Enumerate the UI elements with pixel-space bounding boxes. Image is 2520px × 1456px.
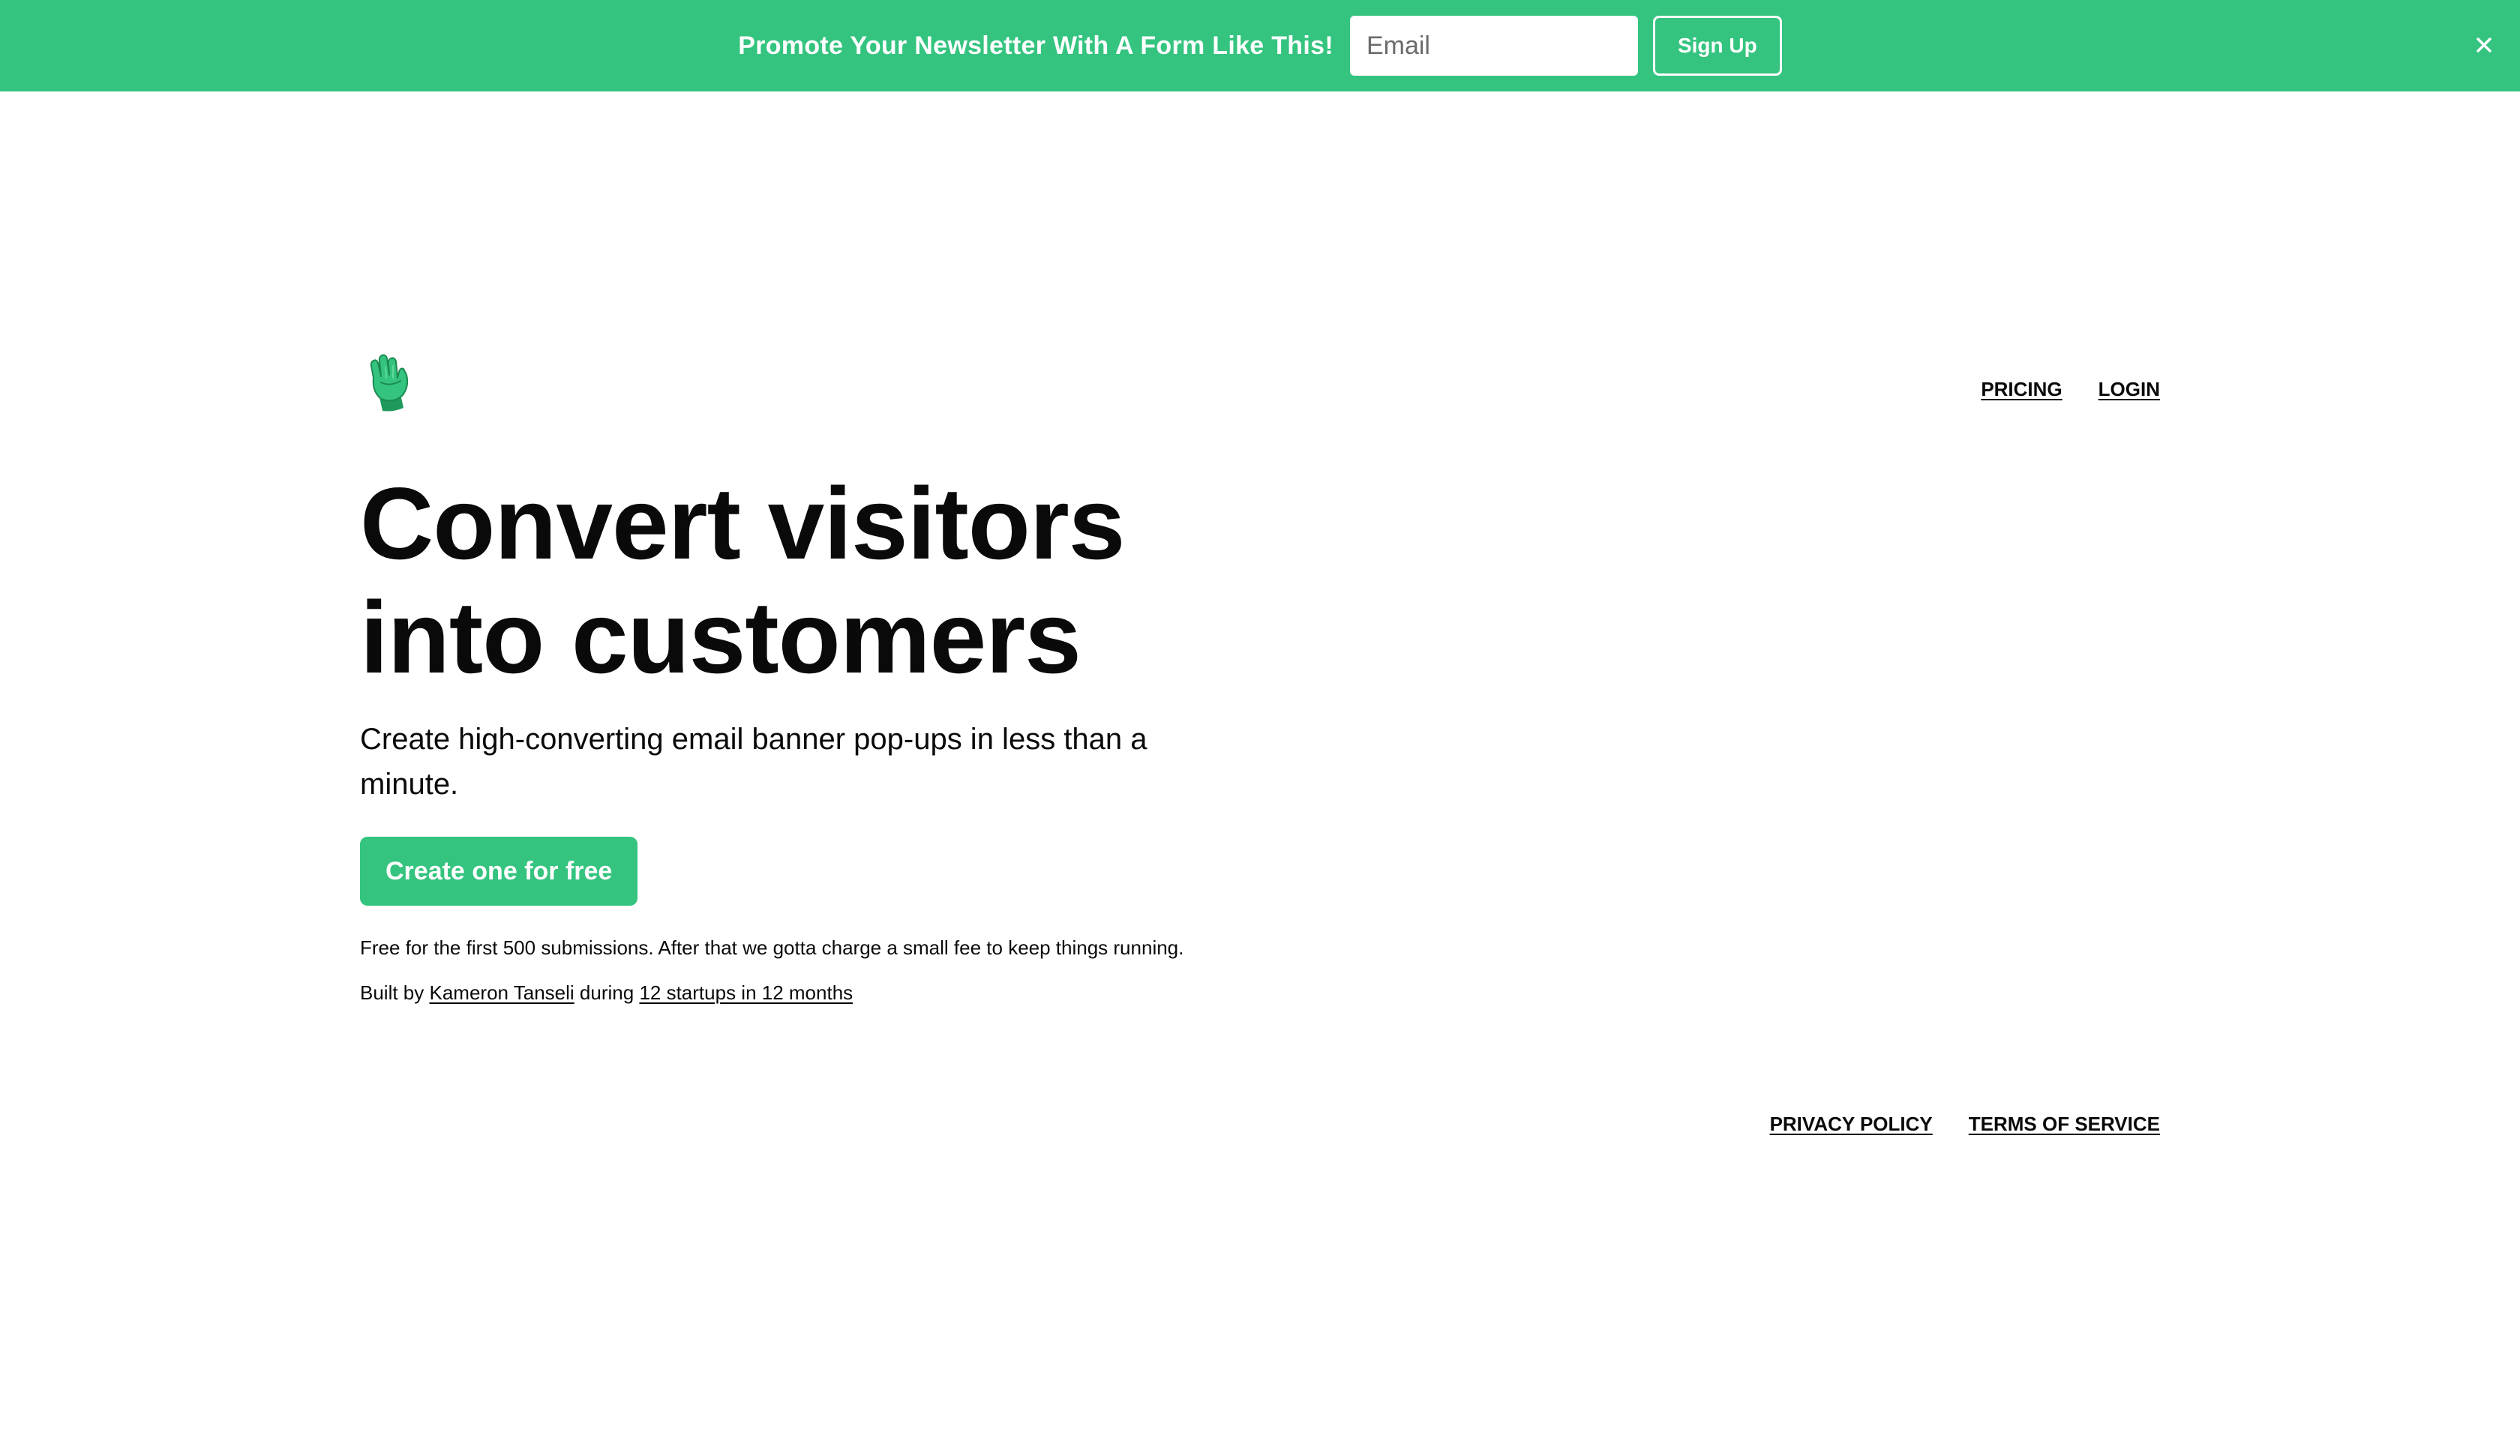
page-title-line1: Convert visitors <box>360 466 1125 580</box>
nav-login-link[interactable]: LOGIN <box>2098 378 2160 401</box>
top-nav: PRICING LOGIN <box>1981 378 2160 401</box>
credits-line: Built by Kameron Tanseli during 12 start… <box>360 978 1200 1008</box>
close-icon[interactable] <box>2470 31 2498 58</box>
credits-prefix: Built by <box>360 981 424 1004</box>
credits-middle: during <box>579 981 634 1004</box>
page-title-line2: into customers <box>360 580 1082 694</box>
banner-email-input[interactable] <box>1349 16 1638 76</box>
banner-signup-button[interactable]: Sign Up <box>1652 16 1782 76</box>
project-link[interactable]: 12 startups in 12 months <box>639 981 853 1004</box>
terms-of-service-link[interactable]: TERMS OF SERVICE <box>1969 1113 2160 1136</box>
nav-pricing-link[interactable]: PRICING <box>1981 378 2062 401</box>
banner-message: Promote Your Newsletter With A Form Like… <box>738 31 1334 60</box>
newsletter-banner: Promote Your Newsletter With A Form Like… <box>0 0 2520 91</box>
hero-section: Convert visitors into customers Create h… <box>360 466 1200 1008</box>
privacy-policy-link[interactable]: PRIVACY POLICY <box>1770 1113 1933 1136</box>
hero-subtitle: Create high-converting email banner pop-… <box>360 723 1148 801</box>
page-title: Convert visitors into customers <box>360 466 1200 694</box>
glove-hand-icon[interactable] <box>363 352 416 414</box>
pricing-note: Free for the first 500 submissions. Afte… <box>360 936 1184 959</box>
create-free-button[interactable]: Create one for free <box>360 837 638 906</box>
author-link[interactable]: Kameron Tanseli <box>430 981 574 1004</box>
footer-links: PRIVACY POLICY TERMS OF SERVICE <box>1770 1113 2160 1136</box>
